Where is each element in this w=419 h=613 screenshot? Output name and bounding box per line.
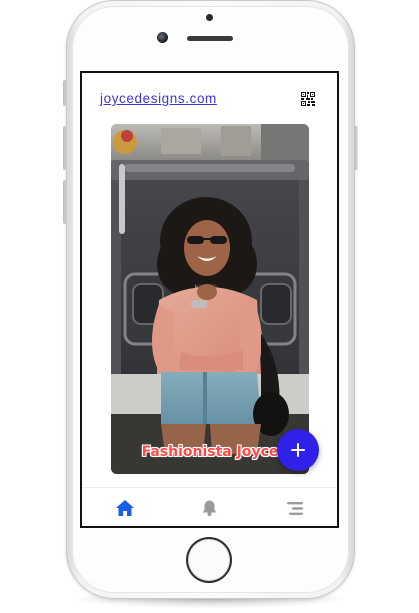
home-button[interactable] — [186, 537, 232, 583]
device-mockup: joycedesigns.com Fashionista Joyce — [0, 0, 419, 613]
plus-icon — [291, 443, 305, 457]
nav-item-menu[interactable] — [275, 492, 315, 524]
app-screen: joycedesigns.com Fashionista Joyce — [80, 71, 339, 528]
menu-icon — [286, 501, 303, 515]
site-link[interactable]: joycedesigns.com — [100, 91, 217, 106]
earpiece-speaker — [187, 36, 233, 41]
nav-item-notifications[interactable] — [190, 492, 230, 524]
add-button[interactable] — [277, 429, 319, 471]
bottom-nav — [82, 487, 337, 526]
front-camera — [157, 32, 168, 43]
home-icon — [115, 500, 134, 516]
profile-photo-card[interactable]: Fashionista Joyce — [111, 124, 309, 474]
proximity-sensor — [206, 14, 213, 21]
bell-icon — [202, 500, 217, 516]
profile-photo — [111, 124, 309, 474]
qr-code-icon[interactable] — [301, 92, 315, 106]
nav-item-home[interactable] — [105, 492, 145, 524]
